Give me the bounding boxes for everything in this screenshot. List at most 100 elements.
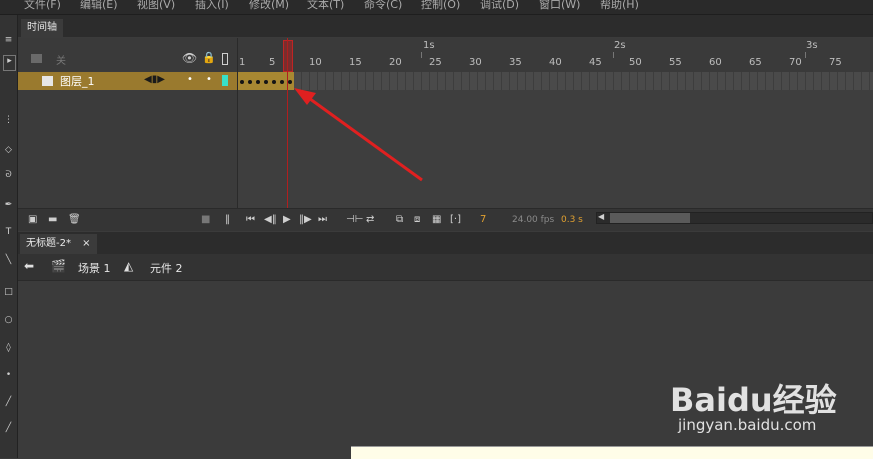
second-label-3: 3s <box>806 40 818 51</box>
back-arrow-icon[interactable]: ⬅ <box>24 259 34 273</box>
tab-timeline[interactable]: 时间轴 <box>21 19 63 37</box>
scrollbar-thumb[interactable] <box>610 213 690 223</box>
second-marker <box>421 52 422 58</box>
visibility-dot-icon[interactable]: • <box>187 74 193 85</box>
paint-bucket-icon[interactable]: ◊ <box>3 343 14 353</box>
watermark-url: jingyan.baidu.com <box>678 416 817 434</box>
ruler-number: 30 <box>469 57 482 68</box>
eye-icon[interactable]: 👁 <box>182 51 197 65</box>
menu-file[interactable]: 文件(F) <box>24 0 61 12</box>
ruler-number: 35 <box>509 57 522 68</box>
pen-tool-icon[interactable]: ✒ <box>3 200 14 210</box>
rectangle-tool-icon[interactable]: □ <box>3 287 14 297</box>
lock-icon[interactable]: 🔒 <box>202 51 216 64</box>
pencil-tool-icon[interactable]: ╱ <box>3 397 14 407</box>
menu-insert[interactable]: 插入(I) <box>195 0 229 12</box>
lock-dot-icon[interactable]: • <box>206 74 212 85</box>
keyframe[interactable] <box>272 80 276 84</box>
annotation-arrow <box>294 88 423 182</box>
text-tool-icon[interactable]: T <box>3 227 14 237</box>
menu-commands[interactable]: 命令(C) <box>364 0 402 12</box>
folder-label: 关 <box>56 56 66 67</box>
stage-canvas[interactable] <box>351 446 873 459</box>
timeline-tab-strip <box>18 15 873 37</box>
keyframe[interactable] <box>256 80 260 84</box>
document-tab-strip <box>18 232 873 254</box>
menu-debug[interactable]: 调试(D) <box>480 0 519 12</box>
second-marker <box>613 52 614 58</box>
menu-control[interactable]: 控制(O) <box>421 0 460 12</box>
ruler-number: 50 <box>629 57 642 68</box>
fps-readout[interactable]: 24.00 fps <box>512 213 554 227</box>
tween-arrows-icon: ◀▮▶ <box>144 74 165 85</box>
folder-icon <box>31 54 42 63</box>
next-frame-icon[interactable]: ‖▶ <box>299 213 312 227</box>
menu-modify[interactable]: 修改(M) <box>249 0 289 12</box>
breadcrumb-symbol[interactable]: 元件 2 <box>150 260 183 276</box>
last-frame-icon[interactable]: ⏭ <box>318 213 327 227</box>
scroll-left-icon[interactable]: ◀ <box>598 212 604 221</box>
subselect-tool-icon[interactable]: ⋮ <box>3 115 14 125</box>
breadcrumb-scene[interactable]: 场景 1 <box>78 260 111 276</box>
line-tool-icon[interactable]: ╲ <box>3 255 14 265</box>
keyframe[interactable] <box>240 80 244 84</box>
camera-icon[interactable]: ■ <box>201 213 210 227</box>
ruler-number: 65 <box>749 57 762 68</box>
elapsed-time[interactable]: 0.3 s <box>561 213 583 227</box>
second-label-2: 2s <box>614 40 626 51</box>
oval-tool-icon[interactable]: ○ <box>3 315 14 325</box>
menu-view[interactable]: 视图(V) <box>137 0 175 12</box>
menu-help[interactable]: 帮助(H) <box>600 0 639 12</box>
layer-list-empty <box>18 90 237 208</box>
new-folder-icon[interactable]: ▬ <box>48 213 57 227</box>
menu-edit[interactable]: 编辑(E) <box>80 0 118 12</box>
ruler-number: 20 <box>389 57 402 68</box>
layer-row-selected[interactable]: 图层_1 ◀▮▶ • • <box>18 72 237 90</box>
symbol-icon: ◭ <box>124 259 134 273</box>
keyframe[interactable] <box>264 80 268 84</box>
playhead-marker[interactable] <box>283 40 293 72</box>
loop-icon[interactable]: ⇄ <box>366 213 374 227</box>
frame-ruler[interactable]: 1s 2s 3s 1 5 10 15 20 25 30 35 40 45 50 … <box>238 38 873 72</box>
prev-frame-icon[interactable]: ◀‖ <box>264 213 277 227</box>
brush-tool-icon[interactable]: ╱ <box>3 423 14 433</box>
arrow-shaft <box>305 94 423 182</box>
ruler-number: 40 <box>549 57 562 68</box>
lasso-tool-icon[interactable]: ᘐ <box>3 170 14 180</box>
panel-menu-icon[interactable]: ≡ <box>3 35 14 45</box>
close-icon[interactable]: × <box>82 238 90 249</box>
menu-window[interactable]: 窗口(W) <box>539 0 580 12</box>
menu-text[interactable]: 文本(T) <box>307 0 344 12</box>
tools-panel: ≡ ▸ ⋮ ◇ ᘐ ✒ T ╲ □ ○ ◊ • ╱ ╱ <box>0 15 18 458</box>
ruler-number: 55 <box>669 57 682 68</box>
eyedropper-icon[interactable]: • <box>3 370 14 380</box>
selection-tool-icon[interactable]: ▸ <box>3 55 16 71</box>
layer-icon <box>42 76 53 86</box>
play-icon[interactable]: ▶ <box>283 213 291 227</box>
center-frame-icon[interactable]: ⊣⊢ <box>346 213 363 227</box>
menu-bar: 文件(F) 编辑(E) 视图(V) 插入(I) 修改(M) 文本(T) 命令(C… <box>0 0 873 15</box>
second-marker <box>805 52 806 58</box>
clapperboard-icon: 🎬 <box>51 259 66 273</box>
layer-color-swatch[interactable] <box>222 75 228 86</box>
delete-icon[interactable]: 🗑 <box>68 213 81 227</box>
current-frame[interactable]: 7 <box>480 213 486 227</box>
ruler-number: 70 <box>789 57 802 68</box>
free-transform-icon[interactable]: ◇ <box>3 145 14 155</box>
ruler-number: 1 <box>239 57 246 68</box>
new-layer-icon[interactable]: ▣ <box>28 213 37 227</box>
first-frame-icon[interactable]: ⏮ <box>246 213 255 227</box>
onion-skin-icon[interactable]: ⧉ <box>396 213 403 227</box>
keyframe[interactable] <box>248 80 252 84</box>
ruler-number: 15 <box>349 57 362 68</box>
onion-markers-icon[interactable]: [·] <box>450 213 461 227</box>
onion-outline-icon[interactable]: ⧈ <box>414 213 420 227</box>
layer-name[interactable]: 图层_1 <box>60 73 95 89</box>
ruler-number: 10 <box>309 57 322 68</box>
watermark-brand: Baidu经验 <box>670 381 837 419</box>
edit-multiple-icon[interactable]: ▦ <box>432 213 441 227</box>
outline-icon[interactable] <box>222 53 228 65</box>
document-tab[interactable]: 无标题-2* × <box>20 234 97 254</box>
ruler-number: 60 <box>709 57 722 68</box>
ruler-number: 75 <box>829 57 842 68</box>
